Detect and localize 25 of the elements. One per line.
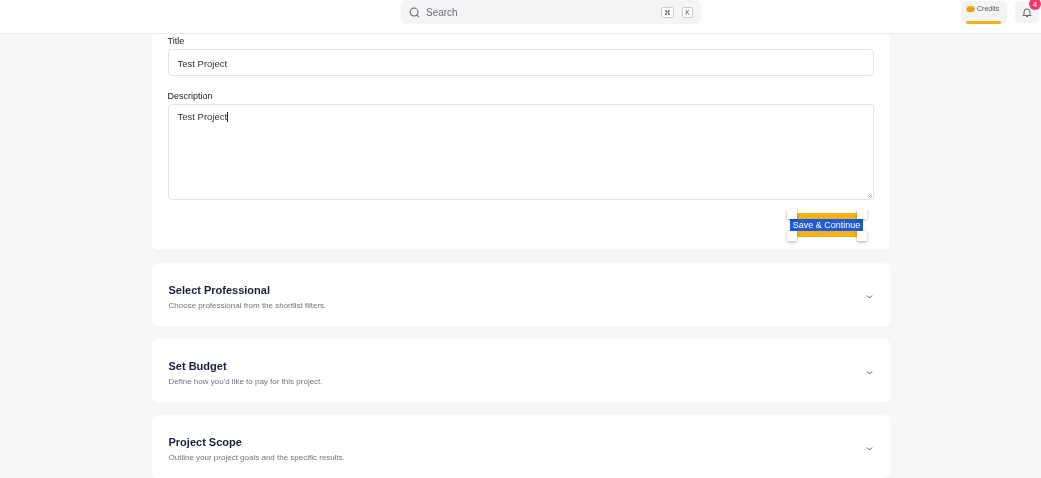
resize-handle[interactable]: [786, 231, 797, 241]
notification-badge: 4: [1029, 0, 1041, 10]
description-field[interactable]: Test Project: [167, 104, 874, 200]
chevron-icon[interactable]: [865, 294, 873, 299]
chevron-icon[interactable]: [865, 446, 873, 451]
save-continue-button[interactable]: Save & Continue: [789, 219, 864, 231]
field-label: Description: [167, 91, 214, 101]
search-placeholder: Search: [426, 6, 459, 18]
section-title: Select Professional: [168, 283, 271, 296]
bell-icon: [1022, 6, 1032, 18]
notification-button[interactable]: 4: [1015, 1, 1039, 23]
coin-icon: [966, 5, 975, 13]
section-title: Project Scope: [168, 435, 243, 448]
chevron-icon[interactable]: [865, 370, 873, 375]
search-icon: [409, 6, 420, 18]
resize-handle[interactable]: [856, 209, 867, 219]
resize-handle[interactable]: [786, 209, 797, 219]
resize-grip-icon[interactable]: [866, 193, 872, 198]
section-description: Define how you'd like to pay for this project.: [168, 376, 324, 386]
section-description: Choose professional from the shortlist filters.: [168, 300, 328, 310]
title-field[interactable]: Test Project: [167, 49, 874, 76]
section-title: Set Budget: [168, 359, 228, 372]
section-description: Outline your project goals and the specific results.: [168, 452, 347, 462]
resize-handle[interactable]: [856, 231, 867, 241]
field-label: Title: [167, 36, 186, 46]
